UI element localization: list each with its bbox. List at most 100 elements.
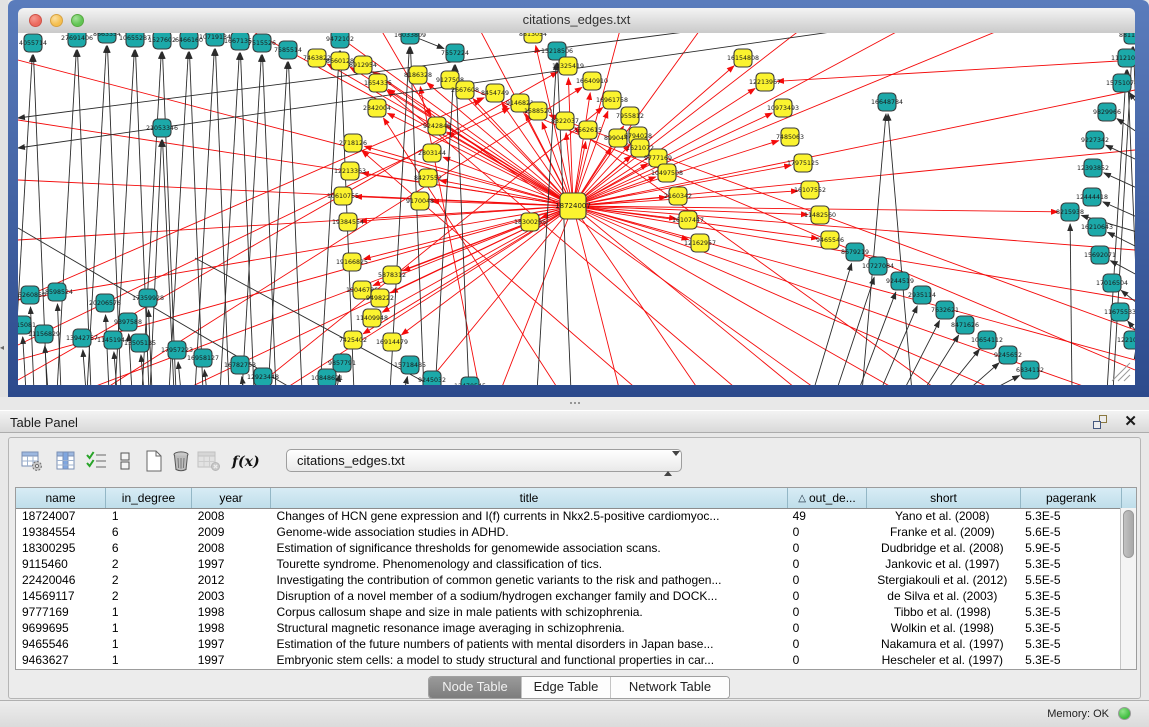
- table-cell: 5.9E-5: [1019, 540, 1120, 556]
- table-cell: Yano et al. (2008): [865, 508, 1019, 524]
- graph-node-label: 19166825: [336, 259, 368, 266]
- graph-node-label: 7557224: [441, 50, 469, 57]
- graph-node-label: 8471626: [951, 322, 979, 329]
- graph-node-label: 9245652: [994, 352, 1022, 359]
- sort-ascending-icon: △: [798, 493, 806, 504]
- table-cell: Dudbridge et al. (2008): [865, 540, 1019, 556]
- column-header-short[interactable]: short: [867, 488, 1021, 508]
- delete-table-button[interactable]: [195, 448, 221, 474]
- select-rows-icon: [86, 450, 108, 472]
- table-cell: 9699695: [16, 620, 106, 636]
- graph-node-label: 16107447: [672, 217, 704, 224]
- table-row[interactable]: 977716911998Corpus callosum shape and si…: [16, 604, 1120, 620]
- table-cell: 2003: [192, 588, 271, 604]
- table-row[interactable]: 1830029562008Estimation of significance …: [16, 540, 1120, 556]
- graph-node-label: 9498222: [366, 295, 394, 302]
- graph-node-label: 16640910: [576, 78, 608, 85]
- network-canvas[interactable]: 4055714276914068663354106552871527602646…: [18, 33, 1135, 385]
- scrollbar-thumb[interactable]: [1123, 510, 1134, 558]
- table-cell: 0: [787, 588, 866, 604]
- table-row[interactable]: 1456911722003Disruption of a novel membe…: [16, 588, 1120, 604]
- graph-node-label: 1562615: [574, 127, 602, 134]
- tab-edge-table[interactable]: Edge Table: [522, 677, 611, 698]
- divider-grip-icon: [569, 401, 581, 406]
- table-cell: Corpus callosum shape and size in male p…: [271, 604, 787, 620]
- table-row[interactable]: 911546021997Tourette syndrome. Phenomeno…: [16, 556, 1120, 572]
- graph-node-label: 20206576: [89, 300, 121, 307]
- graph-node-label: 9242848: [423, 123, 451, 130]
- table-cell: Changes of HCN gene expression and I(f) …: [271, 508, 787, 524]
- column-header-out_de[interactable]: △out_de...: [788, 488, 867, 508]
- table-cell: Wolkin et al. (1998): [865, 620, 1019, 636]
- table-cell: 22420046: [16, 572, 106, 588]
- memory-ok-indicator[interactable]: [1118, 707, 1131, 720]
- row-height-button[interactable]: [112, 448, 138, 474]
- graph-node-label: 15718485: [394, 362, 426, 369]
- tab-network-table[interactable]: Network Table: [611, 677, 729, 698]
- graph-node-label: 16961758: [596, 97, 628, 104]
- status-bar: Memory: OK: [0, 700, 1149, 727]
- column-header-label: name: [45, 491, 75, 505]
- function-builder-button[interactable]: f(x): [230, 448, 264, 474]
- graph-node-label: 9472102: [326, 36, 354, 43]
- column-header-pagerank[interactable]: pagerank: [1021, 488, 1122, 508]
- column-header-title[interactable]: title: [271, 488, 788, 508]
- select-rows-button[interactable]: [84, 448, 110, 474]
- table-cell: Tourette syndrome. Phenomenology and cla…: [271, 556, 787, 572]
- column-header-in_degree[interactable]: in_degree: [106, 488, 192, 508]
- graph-node-label: 16782753: [224, 362, 256, 369]
- vertical-scrollbar[interactable]: [1120, 508, 1136, 669]
- graph-node-label: 17359928: [132, 295, 164, 302]
- graph-node-label: 11675533: [1104, 309, 1135, 316]
- node-table: name in_degree year title△out_de...shortpag…: [15, 487, 1137, 670]
- table-selector-value: citations_edges.txt: [297, 453, 405, 468]
- table-cell: 19384554: [16, 524, 106, 540]
- show-columns-button[interactable]: [53, 448, 79, 474]
- table-cell: 2: [106, 556, 192, 572]
- network-svg: 4055714276914068663354106552871527602646…: [18, 33, 1135, 385]
- table-row[interactable]: 946554611997Estimation of the future num…: [16, 636, 1120, 652]
- table-cell: Franke et al. (2009): [865, 524, 1019, 540]
- graph-node-label: 10654112: [971, 337, 1003, 344]
- column-header-name[interactable]: name: [16, 488, 106, 508]
- graph-node-label: 11409948: [356, 315, 388, 322]
- table-tabs: Node TableEdge TableNetwork Table: [428, 676, 730, 699]
- graph-node-label: 11121021: [1111, 55, 1135, 62]
- graph-node-label: 18724007: [555, 202, 591, 210]
- table-cell: 1: [106, 604, 192, 620]
- network-window-titlebar[interactable]: citations_edges.txt: [18, 8, 1135, 34]
- table-settings-button[interactable]: [19, 448, 45, 474]
- table-selector-dropdown[interactable]: citations_edges.txt: [286, 449, 682, 472]
- table-cell: 1997: [192, 636, 271, 652]
- table-row[interactable]: 2242004622012Investigating the contribut…: [16, 572, 1120, 588]
- new-column-button[interactable]: [141, 448, 167, 474]
- table-row[interactable]: 946362711997Embryonic stem cells: a mode…: [16, 652, 1120, 668]
- graph-node-label: 4055714: [19, 40, 47, 47]
- table-cell: 5.3E-5: [1019, 588, 1120, 604]
- splitpane-collapse-icon[interactable]: ◂: [0, 344, 4, 352]
- graph-node-label: 12162957: [684, 240, 716, 247]
- float-panel-icon[interactable]: [1093, 415, 1107, 429]
- splitpane-left-strip[interactable]: ◂: [0, 0, 8, 397]
- graph-node-label: 9829966: [1093, 109, 1121, 116]
- table-cell: 5.3E-5: [1019, 652, 1120, 668]
- table-row[interactable]: 969969511998Structural magnetic resonanc…: [16, 620, 1120, 636]
- delete-column-button[interactable]: [168, 448, 194, 474]
- table-cell: 0: [787, 572, 866, 588]
- column-header-year[interactable]: year: [192, 488, 271, 508]
- table-row[interactable]: 1938455462009Genome-wide association stu…: [16, 524, 1120, 540]
- table-cell: 0: [787, 652, 866, 668]
- table-row[interactable]: 1872400712008Changes of HCN gene express…: [16, 508, 1120, 524]
- graph-node-label: 9244519: [886, 278, 914, 285]
- graph-node-label: 17957223: [161, 347, 193, 354]
- network-view-window: citations_edges.txt 40557142769140686633…: [8, 0, 1149, 397]
- split-divider[interactable]: [0, 397, 1149, 410]
- function-icon: f(x): [232, 454, 260, 470]
- table-cell: 1998: [192, 604, 271, 620]
- dropdown-stepper-icon: [664, 453, 673, 468]
- graph-node-label: 1588520: [524, 108, 552, 115]
- tab-node-table[interactable]: Node Table: [429, 677, 522, 698]
- column-header-label: year: [219, 491, 242, 505]
- graph-node-label: 18300295: [514, 219, 546, 226]
- close-panel-icon[interactable]: ✕: [1124, 413, 1137, 431]
